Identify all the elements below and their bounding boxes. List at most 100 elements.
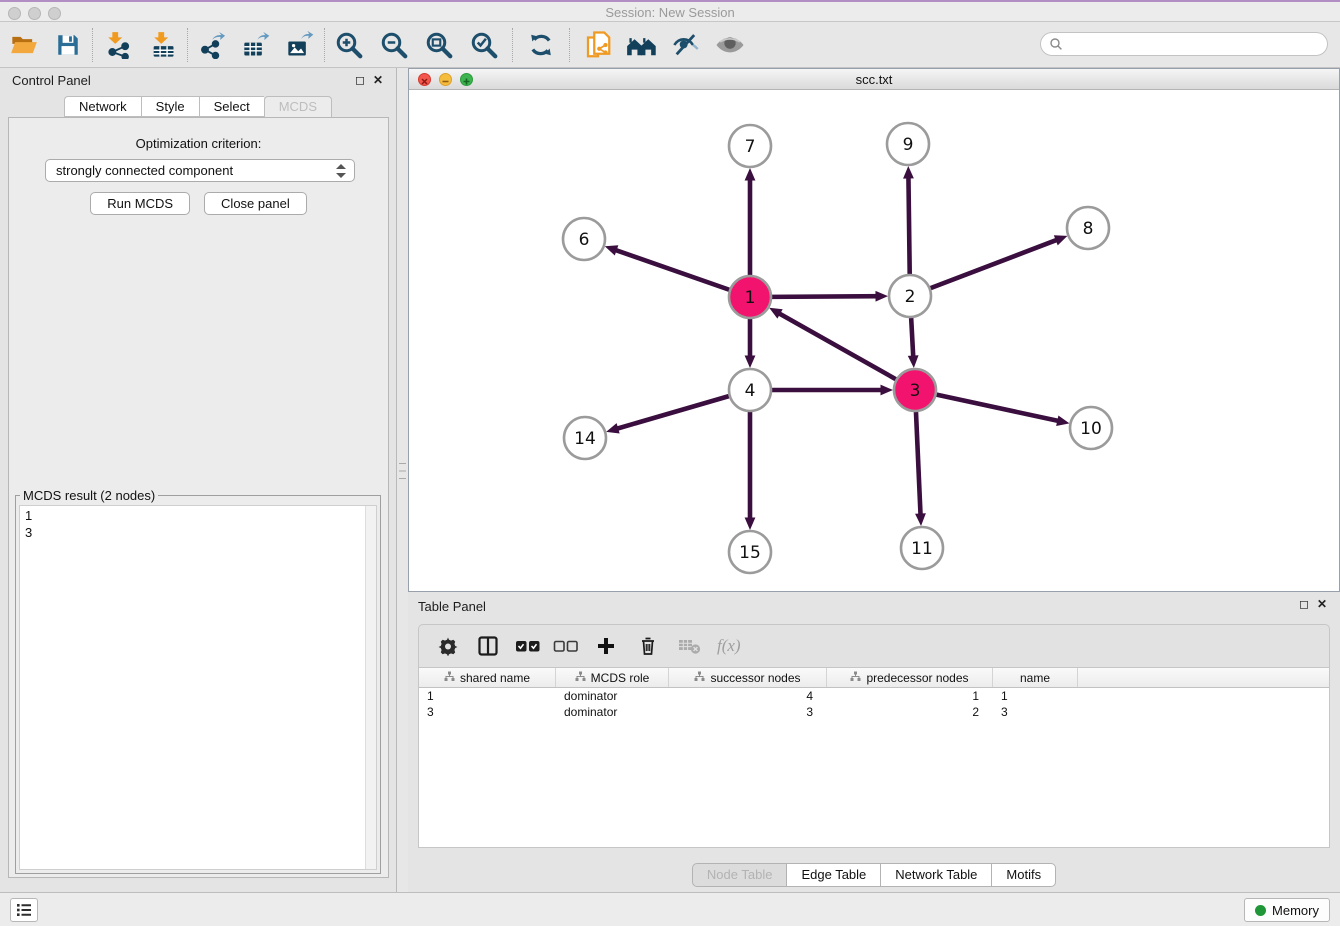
- import-table-button[interactable]: [147, 28, 179, 62]
- home-networks-button[interactable]: [626, 28, 658, 62]
- show-all-button[interactable]: [714, 28, 746, 62]
- float-panel-icon[interactable]: ◻: [354, 74, 366, 86]
- search-box[interactable]: [1040, 32, 1328, 56]
- zoom-fit-button[interactable]: [423, 28, 455, 62]
- column-header-MCDS-role[interactable]: MCDS role: [556, 668, 669, 687]
- edge-arrowhead-icon: [745, 356, 756, 369]
- graph-node-label: 2: [905, 287, 916, 307]
- tab-motifs[interactable]: Motifs: [991, 863, 1056, 887]
- open-session-button[interactable]: [8, 28, 40, 62]
- graph-edge-4-14[interactable]: [614, 396, 729, 429]
- delete-table-icon: [678, 637, 702, 655]
- split-columns-button[interactable]: [471, 630, 505, 662]
- export-network-button[interactable]: [196, 28, 228, 62]
- graph-edge-3-1[interactable]: [776, 312, 896, 379]
- import-network-button[interactable]: [101, 28, 133, 62]
- import-network-icon: [103, 31, 131, 59]
- hide-selected-icon: [671, 31, 701, 59]
- graph-edge-3-11[interactable]: [916, 412, 921, 518]
- close-panel-button[interactable]: Close panel: [204, 192, 307, 215]
- table-cell[interactable]: 3: [419, 704, 556, 720]
- tab-node-table[interactable]: Node Table: [692, 863, 787, 887]
- table-row[interactable]: 1dominator411: [419, 688, 1329, 704]
- table-cell[interactable]: 2: [827, 704, 993, 720]
- graph-edge-3-10[interactable]: [937, 395, 1062, 422]
- status-bar: Memory: [0, 892, 1340, 926]
- close-table-panel-icon[interactable]: ✕: [1316, 598, 1328, 610]
- delete-column-button[interactable]: [631, 630, 665, 662]
- hide-selected-button[interactable]: [670, 28, 702, 62]
- column-header-predecessor-nodes[interactable]: predecessor nodes: [827, 668, 993, 687]
- delete-table-button[interactable]: [673, 630, 707, 662]
- open-session-icon: [10, 31, 38, 59]
- tab-network[interactable]: Network: [64, 96, 141, 117]
- table-cell[interactable]: 1: [827, 688, 993, 704]
- zoom-out-button[interactable]: [378, 28, 410, 62]
- attribute-type-icon: [850, 671, 861, 685]
- graph-node-label: 14: [574, 429, 596, 449]
- mcds-result-title: MCDS result (2 nodes): [20, 488, 158, 503]
- zoom-fit-icon: [424, 30, 454, 60]
- save-session-button[interactable]: [52, 28, 84, 62]
- vertical-splitter[interactable]: [397, 68, 408, 892]
- mcds-result-line: 3: [20, 524, 376, 541]
- table-cell[interactable]: dominator: [556, 688, 669, 704]
- search-input[interactable]: [1063, 34, 1327, 54]
- criterion-value: strongly connected component: [56, 163, 233, 178]
- table-cell[interactable]: 1: [993, 688, 1078, 704]
- graph-edge-1-6[interactable]: [612, 249, 729, 290]
- graph-edge-2-3[interactable]: [911, 318, 913, 360]
- zoom-selected-icon: [469, 30, 499, 60]
- float-table-panel-icon[interactable]: ◻: [1298, 598, 1310, 610]
- table-cell[interactable]: 3: [993, 704, 1078, 720]
- app-titlebar: Session: New Session: [0, 0, 1340, 22]
- table-cell[interactable]: 3: [669, 704, 827, 720]
- close-panel-icon[interactable]: ✕: [372, 74, 384, 86]
- table-panel-title: Table Panel: [418, 599, 486, 614]
- column-header-shared-name[interactable]: shared name: [419, 668, 556, 687]
- tab-network-table[interactable]: Network Table: [880, 863, 991, 887]
- graph-edge-2-8[interactable]: [931, 239, 1060, 288]
- share-network-button[interactable]: [582, 28, 614, 62]
- tab-edge-table[interactable]: Edge Table: [786, 863, 880, 887]
- network-window-titlebar[interactable]: scc.txt: [409, 69, 1339, 90]
- graph-node-label: 9: [903, 135, 914, 155]
- unselect-all-columns-button[interactable]: [549, 630, 583, 662]
- table-cell[interactable]: 1: [419, 688, 556, 704]
- select-all-columns-icon: [515, 638, 541, 654]
- graph-edge-1-2[interactable]: [772, 296, 880, 297]
- export-image-button[interactable]: [284, 28, 316, 62]
- table-cell[interactable]: dominator: [556, 704, 669, 720]
- function-builder-icon[interactable]: f(x): [717, 636, 741, 656]
- task-history-button[interactable]: [10, 898, 38, 922]
- mcds-result-textarea[interactable]: 13: [19, 505, 377, 870]
- column-header-successor-nodes[interactable]: successor nodes: [669, 668, 827, 687]
- run-mcds-button[interactable]: Run MCDS: [90, 192, 190, 215]
- memory-button[interactable]: Memory: [1244, 898, 1330, 922]
- network-window-title: scc.txt: [409, 72, 1339, 87]
- edge-arrowhead-icon: [605, 245, 619, 255]
- network-canvas[interactable]: 7968124314101511: [409, 90, 1339, 591]
- splitter-grip-icon: [399, 463, 406, 479]
- zoom-selected-button[interactable]: [468, 28, 500, 62]
- criterion-select[interactable]: strongly connected component: [45, 159, 355, 182]
- tab-mcds[interactable]: MCDS: [264, 96, 332, 117]
- table-row[interactable]: 3dominator323: [419, 704, 1329, 720]
- table-header-row: shared nameMCDS role successor nodes prede…: [419, 668, 1329, 688]
- column-header-label: successor nodes: [710, 671, 800, 685]
- tab-style[interactable]: Style: [141, 96, 199, 117]
- table-cell[interactable]: 4: [669, 688, 827, 704]
- select-all-columns-button[interactable]: [511, 630, 545, 662]
- graph-node-label: 6: [579, 230, 590, 250]
- scrollbar[interactable]: [365, 506, 376, 869]
- tab-select[interactable]: Select: [199, 96, 264, 117]
- edge-arrowhead-icon: [1054, 235, 1068, 245]
- export-network-icon: [198, 31, 226, 59]
- add-column-button[interactable]: [589, 630, 623, 662]
- gear-button[interactable]: [431, 630, 465, 662]
- column-header-name[interactable]: name: [993, 668, 1078, 687]
- graph-edge-2-9[interactable]: [908, 174, 909, 274]
- refresh-button[interactable]: [525, 28, 557, 62]
- export-table-button[interactable]: [240, 28, 272, 62]
- zoom-in-button[interactable]: [333, 28, 365, 62]
